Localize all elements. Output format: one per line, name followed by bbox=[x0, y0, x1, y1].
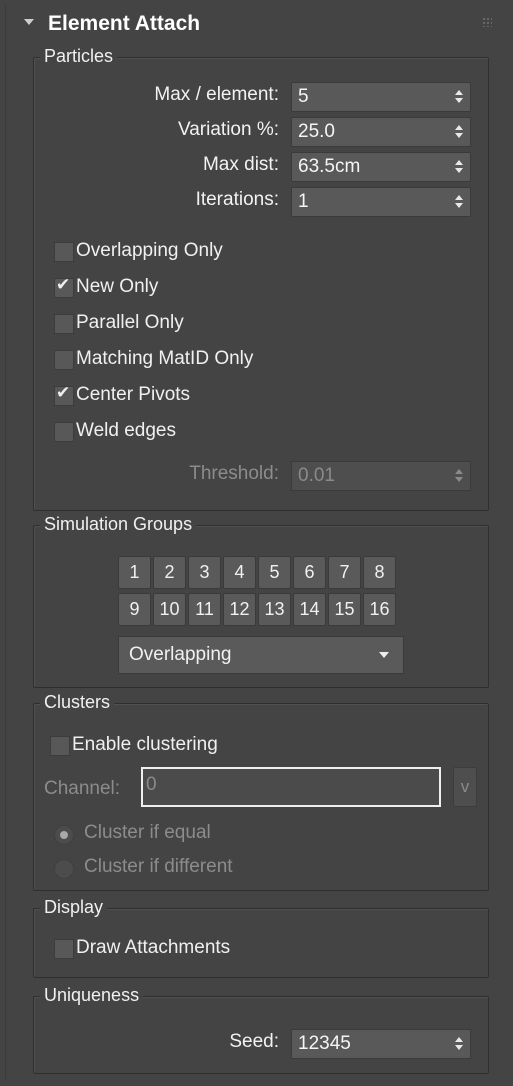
spinner-arrows-icon[interactable] bbox=[454, 88, 464, 106]
seed-spinner[interactable]: 12345 bbox=[291, 1029, 471, 1059]
weld-edges-checkbox[interactable]: Weld edges bbox=[54, 420, 354, 444]
seed-label: Seed: bbox=[229, 1031, 279, 1052]
sim-group-button-3[interactable]: 3 bbox=[188, 556, 221, 589]
checkbox-box[interactable]: ✔ bbox=[54, 383, 74, 406]
spinner-arrows-icon[interactable] bbox=[454, 123, 464, 141]
threshold-spinner[interactable]: 0.01 bbox=[291, 461, 471, 491]
variation-spinner[interactable]: 25.0 bbox=[291, 117, 471, 147]
spinner-arrows-icon[interactable] bbox=[454, 193, 464, 211]
channel-input[interactable]: 0 bbox=[141, 767, 441, 807]
iterations-value[interactable]: 1 bbox=[298, 191, 309, 213]
sim-group-button-1[interactable]: 1 bbox=[118, 556, 151, 589]
threshold-value[interactable]: 0.01 bbox=[298, 465, 335, 487]
checkbox-box[interactable] bbox=[54, 939, 74, 959]
max-dist-value[interactable]: 63.5cm bbox=[298, 156, 360, 178]
rollout-title: Element Attach bbox=[48, 12, 201, 35]
cluster-if-different-label: Cluster if different bbox=[84, 856, 233, 877]
simulation-groups-title: Simulation Groups bbox=[40, 514, 197, 535]
seed-value[interactable]: 12345 bbox=[298, 1033, 351, 1055]
max-dist-spinner[interactable]: 63.5cm bbox=[291, 152, 471, 182]
cluster-if-equal-label: Cluster if equal bbox=[84, 822, 211, 843]
center-pivots-checkbox[interactable]: ✔ Center Pivots bbox=[54, 383, 354, 408]
checkbox-box[interactable] bbox=[54, 422, 74, 442]
particles-group: Particles Max / element: 5 Variation %: … bbox=[33, 46, 489, 511]
sim-group-button-10[interactable]: 10 bbox=[153, 593, 186, 626]
matching-matid-only-label: Matching MatID Only bbox=[76, 348, 254, 369]
sim-group-button-13[interactable]: 13 bbox=[258, 593, 291, 626]
spinner-arrows-icon[interactable] bbox=[454, 1035, 464, 1053]
variation-value[interactable]: 25.0 bbox=[298, 121, 335, 143]
overlapping-only-label: Overlapping Only bbox=[76, 240, 223, 261]
simulation-mode-dropdown[interactable]: Overlapping bbox=[118, 636, 404, 674]
draw-attachments-label: Draw Attachments bbox=[76, 937, 231, 958]
overlapping-only-checkbox[interactable]: Overlapping Only bbox=[54, 240, 354, 264]
checkbox-box[interactable] bbox=[54, 242, 74, 262]
sim-group-button-6[interactable]: 6 bbox=[293, 556, 326, 589]
sim-group-button-7[interactable]: 7 bbox=[328, 556, 361, 589]
sim-group-button-11[interactable]: 11 bbox=[188, 593, 221, 626]
cluster-if-equal-radio[interactable]: Cluster if equal bbox=[54, 822, 354, 848]
sim-group-button-14[interactable]: 14 bbox=[293, 593, 326, 626]
checkmark-icon: ✔ bbox=[56, 275, 71, 294]
channel-input-value[interactable]: 0 bbox=[146, 774, 157, 796]
channel-v-button[interactable]: v bbox=[453, 767, 477, 807]
uniqueness-group: Uniqueness Seed: 12345 bbox=[33, 985, 489, 1074]
parallel-only-label: Parallel Only bbox=[76, 312, 184, 333]
sim-group-button-2[interactable]: 2 bbox=[153, 556, 186, 589]
sim-group-button-16[interactable]: 16 bbox=[363, 593, 396, 626]
sim-group-button-8[interactable]: 8 bbox=[363, 556, 396, 589]
variation-label: Variation %: bbox=[177, 119, 279, 140]
checkmark-icon: ✔ bbox=[56, 383, 71, 402]
element-attach-rollout: Element Attach Particles Max / element: … bbox=[5, 5, 504, 1081]
max-per-element-spinner[interactable]: 5 bbox=[291, 82, 471, 112]
parallel-only-checkbox[interactable]: Parallel Only bbox=[54, 312, 354, 336]
channel-label: Channel: bbox=[44, 778, 121, 799]
drag-grip-icon[interactable] bbox=[482, 17, 492, 27]
checkbox-box[interactable]: ✔ bbox=[54, 275, 74, 298]
radio-dot[interactable] bbox=[54, 859, 74, 879]
rollout-header[interactable]: Element Attach bbox=[6, 5, 504, 45]
max-per-element-label: Max / element: bbox=[154, 84, 279, 105]
cluster-if-different-radio[interactable]: Cluster if different bbox=[54, 856, 354, 882]
collapse-arrow-icon[interactable] bbox=[24, 19, 34, 25]
spinner-arrows-icon[interactable] bbox=[454, 467, 464, 485]
sim-group-button-9[interactable]: 9 bbox=[118, 593, 151, 626]
checkbox-box[interactable] bbox=[50, 736, 70, 756]
display-title: Display bbox=[40, 897, 108, 918]
clusters-group: Clusters Enable clustering Channel: 0 v … bbox=[33, 692, 489, 891]
particles-group-title: Particles bbox=[40, 46, 118, 67]
sim-group-button-15[interactable]: 15 bbox=[328, 593, 361, 626]
matching-matid-only-checkbox[interactable]: Matching MatID Only bbox=[54, 348, 354, 372]
checkbox-box[interactable] bbox=[54, 350, 74, 370]
new-only-checkbox[interactable]: ✔ New Only bbox=[54, 275, 354, 300]
max-dist-label: Max dist: bbox=[202, 154, 279, 175]
iterations-label: Iterations: bbox=[195, 189, 279, 210]
checkbox-box[interactable] bbox=[54, 314, 74, 334]
weld-edges-label: Weld edges bbox=[76, 420, 176, 441]
dropdown-caret-icon[interactable] bbox=[379, 652, 389, 658]
threshold-label: Threshold: bbox=[189, 463, 279, 484]
enable-clustering-label: Enable clustering bbox=[72, 734, 218, 755]
new-only-label: New Only bbox=[76, 276, 159, 297]
radio-dot[interactable] bbox=[54, 825, 74, 845]
uniqueness-title: Uniqueness bbox=[40, 985, 144, 1006]
clusters-title: Clusters bbox=[40, 692, 115, 713]
simulation-mode-value[interactable]: Overlapping bbox=[129, 644, 231, 666]
max-per-element-value[interactable]: 5 bbox=[298, 86, 309, 108]
draw-attachments-checkbox[interactable]: Draw Attachments bbox=[54, 937, 354, 961]
sim-group-button-12[interactable]: 12 bbox=[223, 593, 256, 626]
center-pivots-label: Center Pivots bbox=[76, 384, 191, 405]
iterations-spinner[interactable]: 1 bbox=[291, 187, 471, 217]
display-group: Display Draw Attachments bbox=[33, 897, 489, 978]
sim-group-button-5[interactable]: 5 bbox=[258, 556, 291, 589]
spinner-arrows-icon[interactable] bbox=[454, 158, 464, 176]
sim-group-button-4[interactable]: 4 bbox=[223, 556, 256, 589]
enable-clustering-checkbox[interactable]: Enable clustering bbox=[50, 734, 350, 758]
simulation-groups-group: Simulation Groups 1 2 3 4 5 6 7 8 9 10 1… bbox=[33, 514, 489, 688]
